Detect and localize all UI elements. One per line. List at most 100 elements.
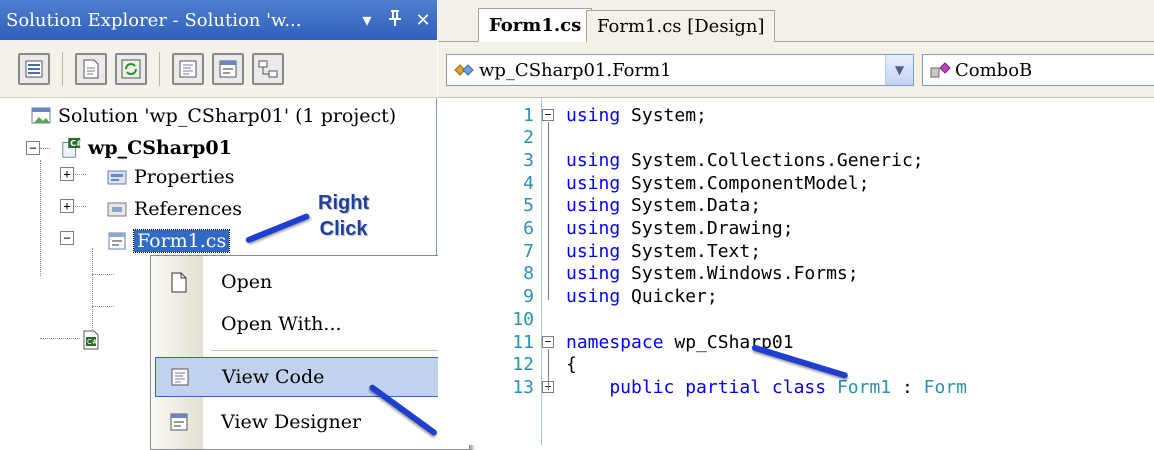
open-document-icon	[155, 270, 203, 294]
code-line[interactable]: 2	[438, 127, 1154, 149]
line-number: 5	[523, 195, 534, 217]
code-line[interactable]: 10	[438, 308, 1154, 330]
solution-explorer-title: Solution Explorer - Solution 'w...	[6, 9, 302, 31]
type-dropdown-value: wp_CSharp01.Form1	[479, 59, 672, 81]
collapse-project-toggle[interactable]: −	[26, 141, 40, 155]
show-all-files-icon[interactable]	[75, 52, 107, 85]
code-token: System.Data;	[620, 195, 762, 217]
menu-separator	[211, 350, 461, 351]
solution-icon	[30, 105, 52, 127]
properties-icon[interactable]	[18, 52, 50, 85]
line-number: 4	[523, 172, 534, 194]
outline-guide-line	[548, 122, 549, 300]
code-token: public partial class	[566, 376, 837, 398]
tree-node-project-label: wp_CSharp01	[88, 137, 232, 159]
tree-guide-line	[72, 174, 86, 175]
code-token: namespace	[566, 331, 664, 353]
code-text: using System.ComponentModel;	[566, 173, 869, 194]
code-token: Quicker;	[620, 286, 718, 308]
code-line[interactable]: 9 using Quicker;	[438, 286, 1154, 308]
code-token: Form1	[836, 376, 892, 398]
code-line[interactable]: 7 using System.Text;	[438, 240, 1154, 262]
window-position-dropdown-button[interactable]: ▾	[353, 10, 381, 31]
solution-explorer-titlebar: Solution Explorer - Solution 'w... ▾ ✕	[0, 0, 437, 40]
code-token: System;	[620, 104, 707, 126]
auto-hide-pin-button[interactable]	[381, 9, 409, 32]
chevron-down-icon[interactable]: ▼	[885, 55, 913, 85]
outline-collapse-toggle[interactable]: −	[542, 109, 554, 121]
code-token: using	[566, 195, 621, 217]
document-tabstrip: Form1.cs Form1.cs [Design]	[438, 0, 1154, 42]
collapse-form1-toggle[interactable]: −	[60, 231, 74, 245]
line-number: 12	[512, 354, 534, 376]
tree-node-solution-label: Solution 'wp_CSharp01' (1 project)	[58, 105, 397, 127]
tree-guide-line	[40, 148, 50, 149]
field-icon	[927, 59, 953, 81]
code-line[interactable]: 6 using System.Drawing;	[438, 218, 1154, 240]
line-number: 7	[523, 240, 534, 262]
tree-node-solution[interactable]: Solution 'wp_CSharp01' (1 project)	[30, 100, 396, 132]
menu-item-open-with[interactable]: Open With...	[155, 304, 463, 344]
view-code-icon[interactable]	[172, 52, 204, 85]
code-token: using	[566, 172, 621, 194]
tree-guide-line	[92, 306, 114, 307]
menu-item-view-code[interactable]: View Code	[155, 357, 463, 397]
view-designer-icon[interactable]	[212, 52, 244, 85]
code-token: System.Drawing;	[620, 218, 794, 239]
code-text: public partial class Form1 : Form	[566, 377, 967, 398]
csharp-file-icon: C#	[80, 329, 102, 351]
line-number: 3	[523, 149, 534, 171]
code-text: using System.Text;	[566, 241, 761, 262]
code-line[interactable]: 3 using System.Collections.Generic;	[438, 149, 1154, 171]
pin-icon	[389, 9, 401, 26]
csharp-project-icon: C#	[60, 137, 82, 159]
toolbar-separator	[159, 51, 160, 86]
code-text: using System.Drawing;	[566, 218, 794, 239]
code-text: {	[566, 354, 577, 375]
code-line[interactable]: 5 using System.Data;	[438, 195, 1154, 217]
code-token: wp_CSharp01	[663, 331, 794, 353]
close-button[interactable]: ✕	[409, 10, 437, 31]
tree-node-project[interactable]: C# wp_CSharp01	[60, 132, 232, 164]
tree-guide-line	[92, 274, 114, 275]
code-token: :	[891, 376, 924, 398]
member-dropdown-value: ComboB	[955, 59, 1033, 81]
tree-node-form1-label: Form1.cs	[132, 229, 231, 253]
tab-form1-design[interactable]: Form1.cs [Design]	[586, 10, 776, 42]
expand-properties-toggle[interactable]: +	[60, 167, 74, 181]
class-icon	[451, 59, 477, 81]
outline-collapse-toggle[interactable]: −	[542, 336, 554, 348]
outline-guide-line	[548, 349, 549, 391]
code-token: Form	[923, 376, 967, 398]
type-dropdown[interactable]: wp_CSharp01.Form1 ▼	[446, 54, 914, 86]
tree-node-program[interactable]: C#	[80, 324, 108, 356]
tree-node-references[interactable]: References	[106, 193, 242, 225]
line-number: 10	[512, 308, 534, 330]
tree-guide-line	[72, 206, 86, 207]
tree-node-references-label: References	[134, 198, 243, 220]
line-number: 1	[523, 104, 534, 126]
code-text: using Quicker;	[566, 286, 718, 307]
expand-references-toggle[interactable]: +	[60, 199, 74, 213]
line-number: 6	[523, 218, 534, 239]
code-area[interactable]: 1 using System; 2 3 using System.Collections…	[438, 98, 1154, 445]
svg-text:C#: C#	[87, 338, 98, 346]
tree-guide-line	[40, 160, 41, 276]
code-token: using	[566, 149, 621, 171]
toolbar-separator	[62, 51, 63, 86]
menu-item-open[interactable]: Open	[155, 262, 463, 302]
code-line[interactable]: 4 using System.ComponentModel;	[438, 172, 1154, 194]
tree-node-form1[interactable]: Form1.cs	[106, 225, 231, 257]
refresh-icon[interactable]	[115, 52, 147, 85]
code-text: using System.Collections.Generic;	[566, 150, 924, 171]
tab-form1-cs[interactable]: Form1.cs	[478, 8, 593, 42]
tree-node-properties[interactable]: Properties	[106, 161, 235, 193]
code-line[interactable]: 8 using System.Windows.Forms;	[438, 263, 1154, 285]
solution-explorer-panel: Solution Explorer - Solution 'w... ▾ ✕ S…	[0, 0, 470, 450]
class-diagram-icon[interactable]	[252, 52, 284, 85]
menu-item-view-code-label: View Code	[222, 366, 325, 388]
member-dropdown[interactable]: ComboB	[922, 54, 1154, 86]
right-click-annotation: Right Click	[318, 192, 370, 240]
navigation-bar: wp_CSharp01.Form1 ▼ ComboB	[438, 42, 1154, 98]
references-folder-icon	[106, 198, 128, 220]
